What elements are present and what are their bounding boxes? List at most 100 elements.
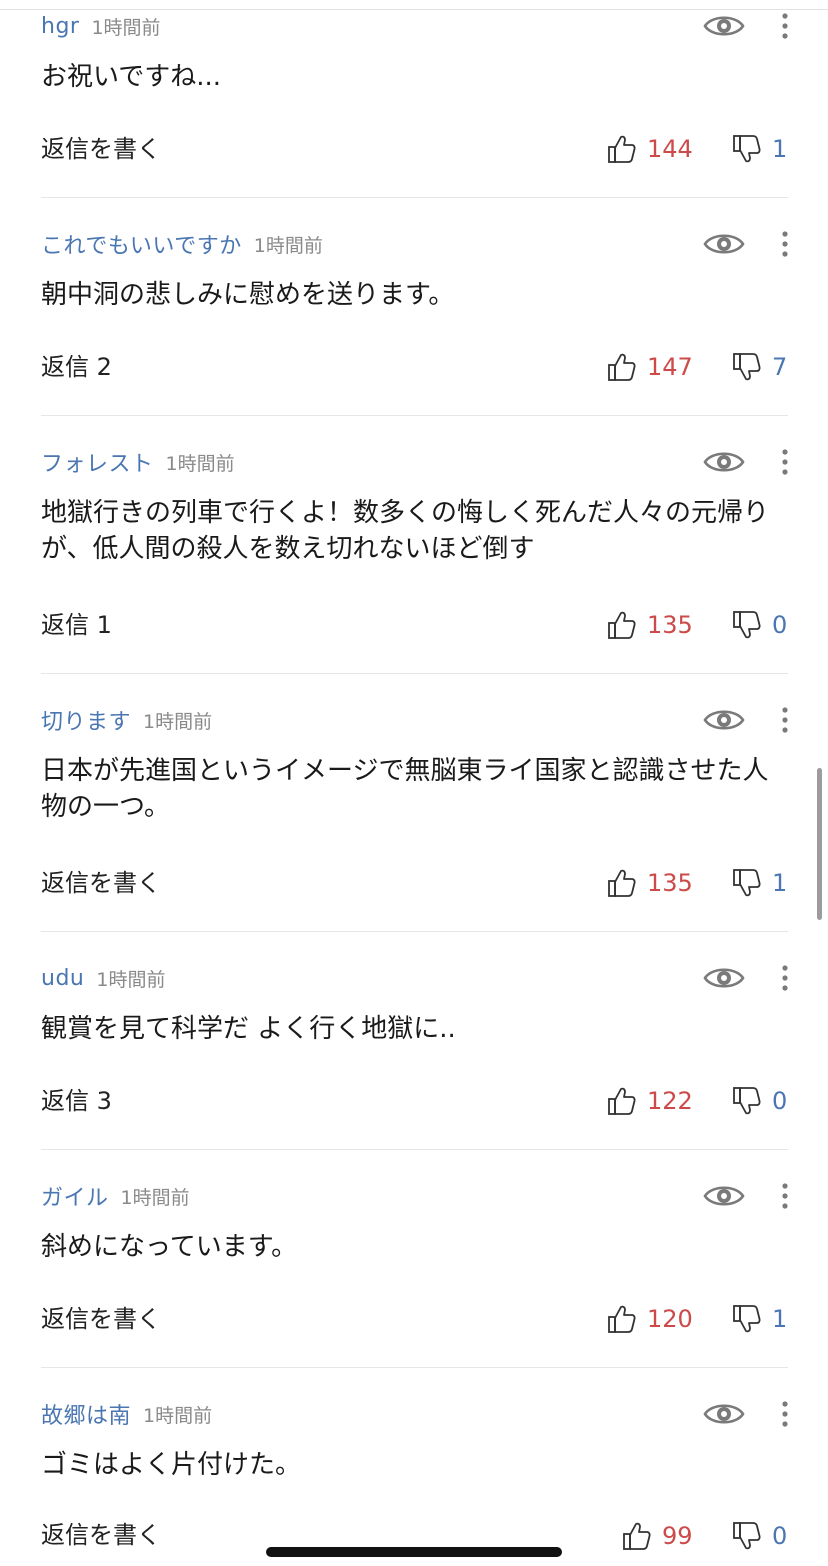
dislike-count: 0 [772,611,788,639]
hide-comment-button[interactable] [702,705,746,735]
comment-text: ゴミはよく片付けた。 [41,1450,302,1480]
like-button[interactable]: 135 [607,608,693,642]
dislike-button[interactable]: 0 [732,1084,787,1118]
dislike-count: 7 [772,353,788,381]
comment-username[interactable]: hgr [41,14,79,39]
more-options-button[interactable] [772,11,798,41]
reply-button[interactable]: 返信を書く [41,1519,161,1551]
comment-divider [41,1367,788,1368]
reply-button[interactable]: 返信を書く [41,133,161,165]
more-vertical-icon [782,449,788,475]
thumbs-up-icon [623,1522,651,1550]
like-button[interactable]: 144 [607,132,693,166]
more-vertical-icon [782,1183,788,1209]
more-options-button[interactable] [772,963,798,993]
scrollbar[interactable] [817,768,822,920]
like-count: 144 [647,135,693,163]
thumbs-up-icon [608,135,636,163]
like-count: 147 [647,353,693,381]
thumbs-down-icon [733,1087,761,1115]
eye-icon [703,16,745,36]
dislike-button[interactable]: 0 [732,608,787,642]
comment-divider [41,415,788,416]
hide-comment-button[interactable] [702,1181,746,1211]
dislike-button[interactable]: 1 [732,132,787,166]
comment-username[interactable]: 故郷は南 [41,1398,131,1430]
comment-header: hgr 1時間前 [41,9,161,43]
thumbs-up-icon [608,353,636,381]
like-button[interactable]: 99 [622,1519,693,1553]
dislike-button[interactable]: 0 [732,1519,787,1553]
hide-comment-button[interactable] [702,11,746,41]
like-button[interactable]: 120 [607,1302,693,1336]
thumbs-down-icon [733,869,761,897]
eye-icon [703,1186,745,1206]
comment-text: お祝いですね... [41,62,222,92]
like-button[interactable]: 135 [607,866,693,900]
eye-icon [703,968,745,988]
comment-timestamp: 1時間前 [96,968,166,991]
thumbs-down-icon [733,353,761,381]
comment-timestamp: 1時間前 [165,452,235,475]
dislike-count: 0 [772,1087,788,1115]
hide-comment-button[interactable] [702,229,746,259]
comment-header: 切ります 1時間前 [41,703,212,737]
reply-button[interactable]: 返信 2 [41,351,112,383]
comment-divider [41,197,788,198]
thumbs-up-icon [608,611,636,639]
hide-comment-button[interactable] [702,447,746,477]
like-count: 120 [647,1305,693,1333]
dislike-button[interactable]: 1 [732,1302,787,1336]
comment-divider [41,673,788,674]
comment-username[interactable]: これでもいいですか [41,228,242,260]
thumbs-up-icon [608,1087,636,1115]
comment-timestamp: 1時間前 [120,1186,190,1209]
comment-text: 斜めになっています。 [41,1232,298,1262]
comment-text: 朝中洞の悲しみに慰めを送ります。 [41,280,455,310]
dislike-count: 1 [772,869,788,897]
hide-comment-button[interactable] [702,1399,746,1429]
thumbs-down-icon [733,135,761,163]
comment-username[interactable]: udu [41,966,84,991]
eye-icon [703,1404,745,1424]
more-options-button[interactable] [772,229,798,259]
eye-icon [703,452,745,472]
comment-header: これでもいいですか 1時間前 [41,227,323,261]
comment-username[interactable]: フォレスト [41,446,154,478]
more-options-button[interactable] [772,705,798,735]
comment-timestamp: 1時間前 [143,710,213,733]
comment-header: ガイル 1時間前 [41,1179,190,1213]
comment-timestamp: 1時間前 [253,234,323,257]
reply-button[interactable]: 返信を書く [41,867,161,899]
comment-username[interactable]: 切ります [41,704,131,736]
comment-header: udu 1時間前 [41,961,165,995]
dislike-count: 1 [772,135,788,163]
more-vertical-icon [782,13,788,39]
dislike-count: 0 [772,1522,788,1550]
more-options-button[interactable] [772,1399,798,1429]
comment-text: 観賞を見て科学だ よく行く地獄に.. [41,1014,456,1044]
dislike-button[interactable]: 1 [732,866,787,900]
reply-button[interactable]: 返信 3 [41,1085,112,1117]
comment-text: 地獄行きの列車で行くよ！数多くの悔しく死んだ人々の元帰りが、低人間の殺人を数え切… [41,498,770,564]
comment-username[interactable]: ガイル [41,1180,109,1212]
comment-divider [41,1149,788,1150]
reply-button[interactable]: 返信 1 [41,609,112,641]
dislike-button[interactable]: 7 [732,350,787,384]
more-options-button[interactable] [772,447,798,477]
hide-comment-button[interactable] [702,963,746,993]
like-button[interactable]: 147 [607,350,693,384]
thumbs-up-icon [608,869,636,897]
like-button[interactable]: 122 [607,1084,693,1118]
thumbs-down-icon [733,611,761,639]
more-vertical-icon [782,707,788,733]
dislike-count: 1 [772,1305,788,1333]
comment-text: 日本が先進国というイメージで無脳東ライ国家と認識させた人物の一つ。 [41,756,769,822]
reply-button[interactable]: 返信を書く [41,1303,161,1335]
like-count: 135 [647,611,693,639]
home-indicator[interactable] [266,1547,562,1557]
thumbs-up-icon [608,1305,636,1333]
more-options-button[interactable] [772,1181,798,1211]
more-vertical-icon [782,965,788,991]
comment-timestamp: 1時間前 [91,16,161,39]
